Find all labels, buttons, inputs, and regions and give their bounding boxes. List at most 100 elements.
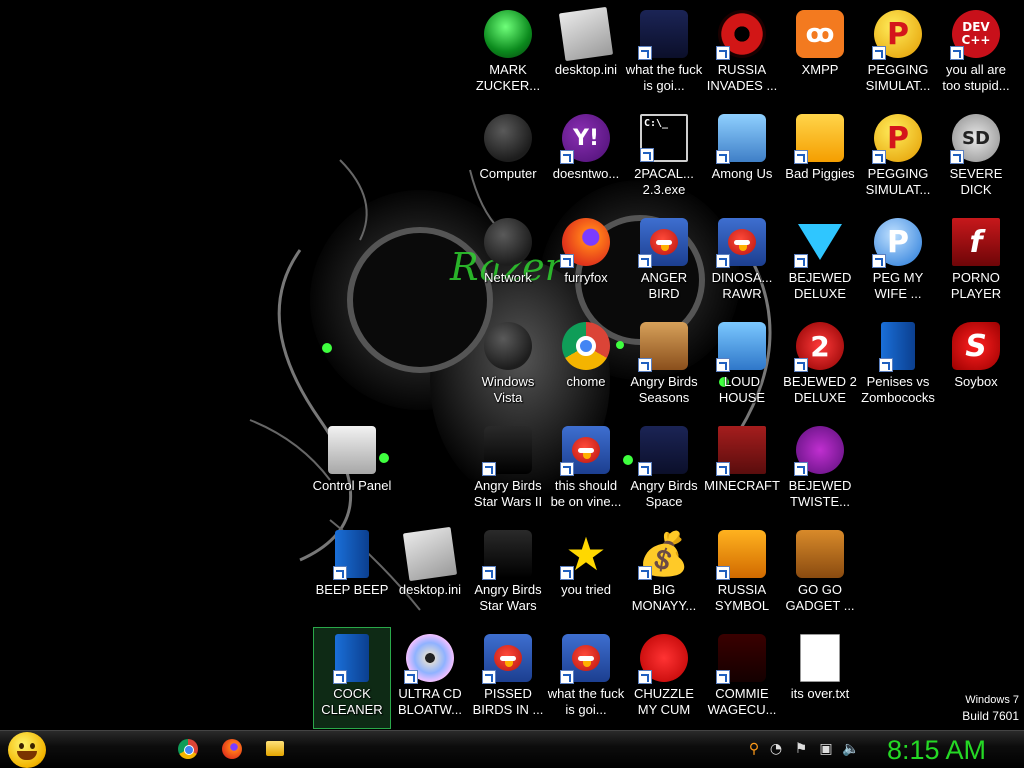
desktop-icon[interactable]: P PEGGING SIMULAT... bbox=[860, 108, 936, 208]
desktop-icon[interactable]: Angry Birds Star Wars II bbox=[470, 420, 546, 520]
desktop-icon[interactable]: COCK CLEANER bbox=[313, 627, 391, 729]
shortcut-icon bbox=[328, 426, 376, 474]
desktop-icon[interactable]: furryfox bbox=[548, 212, 624, 312]
desktop-icon-label: chome bbox=[566, 374, 606, 389]
desktop-icon-label: BEJEWED TWISTE... bbox=[788, 478, 852, 509]
desktop-icon[interactable]: DINOSA... RAWR bbox=[704, 212, 780, 312]
desktop-icon[interactable]: MARK ZUCKER... bbox=[470, 4, 546, 104]
desktop-icon[interactable]: Angry Birds Space bbox=[626, 420, 702, 520]
shortcut-arrow-icon bbox=[638, 566, 652, 580]
icon-glyph: S bbox=[965, 328, 987, 364]
desktop-icon[interactable]: what the fuck is goi... bbox=[626, 4, 702, 104]
shortcut-icon: 2 bbox=[794, 322, 844, 372]
desktop-icon-label: BIG MONAYY... bbox=[631, 582, 697, 613]
shortcut-arrow-icon bbox=[638, 670, 652, 684]
action-center-flag-icon[interactable]: ⚑ bbox=[793, 741, 809, 757]
desktop-icon[interactable]: C:\_ 2PACAL... 2.3.exe bbox=[626, 108, 702, 208]
desktop-icon[interactable]: Network bbox=[470, 212, 546, 312]
shortcut-icon bbox=[879, 322, 915, 372]
shortcut-icon bbox=[794, 114, 844, 164]
volume-icon[interactable]: 🔈 bbox=[842, 741, 859, 757]
desktop-icon[interactable]: COMMIE WAGECU... bbox=[704, 628, 780, 728]
desktop-icon[interactable]: RUSSIA SYMBOL bbox=[704, 524, 780, 624]
desktop-icon[interactable]: RUSSIA INVADES ... bbox=[704, 4, 780, 104]
desktop-icon[interactable]: ULTRA CD BLOATW... bbox=[392, 628, 468, 728]
shortcut-icon bbox=[484, 10, 532, 58]
shortcut-icon: 💰 bbox=[638, 529, 690, 580]
desktop-icon[interactable]: its over.txt bbox=[782, 628, 858, 728]
desktop-icon[interactable]: desktop.ini bbox=[548, 4, 624, 104]
desktop-icon[interactable]: what the fuck is goi... bbox=[548, 628, 624, 728]
desktop-icon[interactable]: SD SEVERE DICK bbox=[938, 108, 1014, 208]
desktop-icon[interactable]: Bad Piggies bbox=[782, 108, 858, 208]
taskbar: ⚲ ◔ ⚑ ▣ 🔈 8:15 AM bbox=[0, 730, 1024, 768]
shortcut-icon: ★ bbox=[560, 527, 610, 581]
file-explorer-icon[interactable] bbox=[266, 741, 284, 756]
desktop-icon[interactable]: PISSED BIRDS IN ... bbox=[470, 628, 546, 728]
shortcut-icon: C:\_ bbox=[640, 114, 688, 162]
desktop-icon[interactable]: DEV C++ you all are too stupid... bbox=[938, 4, 1014, 104]
desktop-icon[interactable]: ANGER BIRD bbox=[626, 212, 702, 312]
windows-build: Build 7601 bbox=[962, 709, 1019, 723]
desktop-icon[interactable]: 💰 BIG MONAYY... bbox=[626, 524, 702, 624]
icon-glyph: P bbox=[887, 224, 909, 260]
shortcut-arrow-icon bbox=[794, 150, 808, 164]
desktop-icon[interactable]: BEJEWED DELUXE bbox=[782, 212, 858, 312]
desktop-icon[interactable]: MINECRAFT bbox=[704, 420, 780, 520]
desktop-icon[interactable]: f PORNO PLAYER bbox=[938, 212, 1014, 312]
user-icon[interactable]: ◔ bbox=[768, 741, 784, 757]
desktop-icon[interactable]: Control Panel bbox=[313, 420, 391, 520]
shortcut-icon bbox=[794, 426, 844, 476]
shortcut-icon bbox=[560, 634, 610, 684]
shortcut-arrow-icon bbox=[482, 670, 496, 684]
desktop-icon[interactable]: BEEP BEEP bbox=[314, 524, 390, 624]
desktop-icon[interactable]: Windows Vista bbox=[470, 316, 546, 416]
desktop-icon-label: BEJEWED DELUXE bbox=[788, 270, 852, 301]
desktop-icon[interactable]: P PEG MY WIFE ... bbox=[860, 212, 936, 312]
desktop-icon[interactable]: chome bbox=[548, 316, 624, 416]
desktop-icon-label: its over.txt bbox=[790, 686, 850, 701]
desktop-icon-label: Angry Birds Star Wars II bbox=[473, 478, 543, 509]
desktop-icon[interactable]: ꝏ XMPP bbox=[782, 4, 858, 104]
network-icon[interactable]: ▣ bbox=[818, 741, 834, 757]
smiley-icon bbox=[17, 743, 37, 749]
search-icon[interactable]: ⚲ bbox=[746, 741, 762, 757]
desktop-icon[interactable]: S Soybox bbox=[938, 316, 1014, 416]
shortcut-arrow-icon bbox=[716, 46, 730, 60]
shortcut-arrow-icon bbox=[638, 46, 652, 60]
desktop-icon[interactable]: Penises vs Zombococks bbox=[860, 316, 936, 416]
desktop-icon[interactable]: Angry Birds Star Wars bbox=[470, 524, 546, 624]
shortcut-icon bbox=[558, 6, 614, 62]
shortcut-icon: SD bbox=[950, 114, 1000, 164]
desktop-icon[interactable]: Angry Birds Seasons bbox=[626, 316, 702, 416]
desktop-icon[interactable]: 2 BEJEWED 2 DELUXE bbox=[782, 316, 858, 416]
shortcut-icon: f bbox=[952, 218, 1000, 266]
shortcut-arrow-icon bbox=[794, 462, 808, 476]
desktop-icon-label: MINECRAFT bbox=[704, 478, 780, 493]
shortcut-icon bbox=[716, 530, 766, 580]
chrome-icon[interactable] bbox=[178, 739, 198, 759]
desktop-icon[interactable]: LOUD HOUSE bbox=[704, 316, 780, 416]
desktop-icon-label: LOUD HOUSE bbox=[718, 374, 766, 405]
shortcut-icon: DEV C++ bbox=[950, 10, 1000, 60]
desktop-icon[interactable]: P PEGGING SIMULAT... bbox=[860, 4, 936, 104]
desktop-icon[interactable]: this should be on vine... bbox=[548, 420, 624, 520]
desktop-icon-label: doesntwo... bbox=[552, 166, 620, 181]
shortcut-icon bbox=[333, 634, 369, 684]
desktop-icon[interactable]: GO GO GADGET ... bbox=[782, 524, 858, 624]
start-button[interactable] bbox=[8, 732, 46, 768]
desktop-icon[interactable]: Computer bbox=[470, 108, 546, 208]
shortcut-arrow-icon bbox=[794, 254, 808, 268]
desktop-icon[interactable]: desktop.ini bbox=[392, 524, 468, 624]
desktop-icon[interactable]: Among Us bbox=[704, 108, 780, 208]
icon-glyph: P bbox=[887, 120, 909, 156]
desktop-icon-label: what the fuck is goi... bbox=[547, 686, 625, 717]
desktop-icon-label: CHUZZLE MY CUM bbox=[634, 686, 694, 717]
desktop-icon[interactable]: BEJEWED TWISTE... bbox=[782, 420, 858, 520]
shortcut-arrow-icon bbox=[638, 358, 652, 372]
taskbar-clock[interactable]: 8:15 AM bbox=[887, 733, 986, 767]
desktop-icon[interactable]: ★ you tried bbox=[548, 524, 624, 624]
firefox-icon[interactable] bbox=[222, 739, 242, 759]
desktop-icon[interactable]: Y! doesntwo... bbox=[548, 108, 624, 208]
desktop-icon[interactable]: CHUZZLE MY CUM bbox=[626, 628, 702, 728]
